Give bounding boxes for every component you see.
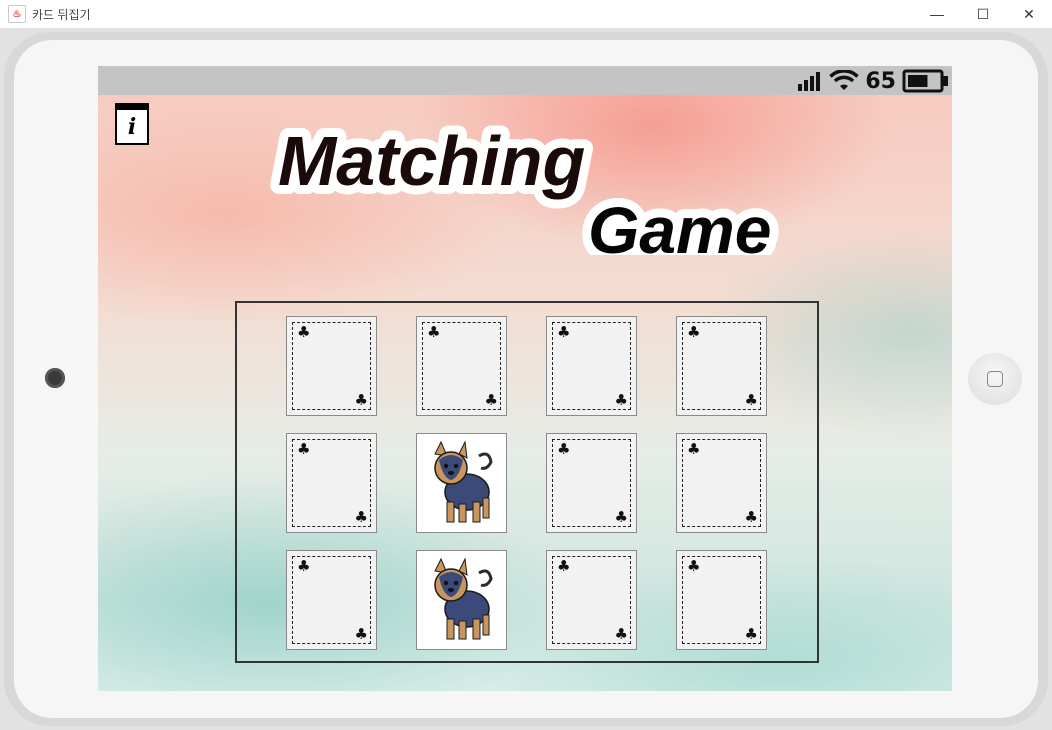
club-icon: ♣ [354, 391, 368, 409]
card-face-up[interactable] [416, 433, 507, 533]
info-button[interactable]: i [115, 103, 149, 145]
club-icon: ♣ [557, 557, 571, 575]
club-icon: ♣ [687, 557, 701, 575]
window-titlebar: ♨ 카드 뒤집기 — ☐ ✕ [0, 0, 1052, 28]
status-bar: 65 [98, 66, 952, 95]
card-face-down[interactable]: ♣ ♣ [286, 433, 377, 533]
battery-icon [902, 69, 948, 93]
card-face-down[interactable]: ♣ ♣ [676, 550, 767, 650]
club-icon: ♣ [354, 508, 368, 526]
card-face-up[interactable] [416, 550, 507, 650]
club-icon: ♣ [614, 508, 628, 526]
window-controls: — ☐ ✕ [914, 0, 1052, 28]
club-icon: ♣ [744, 391, 758, 409]
club-icon: ♣ [744, 625, 758, 643]
card-board: ♣ ♣ ♣ ♣ ♣ ♣ ♣ ♣ ♣ ♣ ♣ ♣ ♣ ♣ ♣ ♣ ♣ ♣ ♣ ♣ [235, 301, 819, 663]
signal-bars-icon [798, 72, 821, 91]
info-book-icon [117, 105, 147, 110]
club-icon: ♣ [687, 323, 701, 341]
wifi-icon [829, 70, 860, 90]
battery-percentage: 65 [865, 68, 896, 94]
club-icon: ♣ [557, 440, 571, 458]
home-button[interactable] [968, 353, 1022, 405]
card-face-down[interactable]: ♣ ♣ [286, 316, 377, 416]
window-title: 카드 뒤집기 [32, 7, 91, 22]
info-letter: i [127, 114, 137, 140]
game-logo: Matching Game Matching Game [269, 115, 780, 255]
card-face-down[interactable]: ♣ ♣ [416, 316, 507, 416]
card-face-down[interactable]: ♣ ♣ [676, 316, 767, 416]
logo-word-matching-fill: Matching [278, 122, 585, 200]
device-screen: 65 i Matching Game Matching Game ♣ ♣ ♣ ♣ ♣ ♣ ♣… [98, 66, 952, 691]
card-face-down[interactable]: ♣ ♣ [546, 550, 637, 650]
card-face-down[interactable]: ♣ ♣ [676, 433, 767, 533]
club-icon: ♣ [687, 440, 701, 458]
front-camera-icon [45, 368, 65, 388]
logo-word-game-fill: Game [588, 193, 771, 255]
game-screen: i Matching Game Matching Game ♣ ♣ ♣ ♣ ♣ ♣ ♣ ♣ ♣ ♣ [98, 95, 952, 691]
home-square-icon [987, 371, 1003, 387]
card-face-down[interactable]: ♣ ♣ [546, 316, 637, 416]
maximize-button[interactable]: ☐ [960, 0, 1006, 28]
club-icon: ♣ [484, 391, 498, 409]
club-icon: ♣ [297, 440, 311, 458]
card-face-down[interactable]: ♣ ♣ [546, 433, 637, 533]
minimize-button[interactable]: — [914, 0, 960, 28]
card-face-down[interactable]: ♣ ♣ [286, 550, 377, 650]
status-icons: 65 [797, 68, 950, 94]
dog-icon [434, 440, 493, 523]
club-icon: ♣ [614, 391, 628, 409]
club-icon: ♣ [614, 625, 628, 643]
club-icon: ♣ [744, 508, 758, 526]
club-icon: ♣ [557, 323, 571, 341]
club-icon: ♣ [427, 323, 441, 341]
club-icon: ♣ [297, 323, 311, 341]
java-cup-icon: ♨ [8, 5, 26, 23]
club-icon: ♣ [354, 625, 368, 643]
close-button[interactable]: ✕ [1006, 0, 1052, 28]
club-icon: ♣ [297, 557, 311, 575]
dog-icon [434, 557, 493, 640]
